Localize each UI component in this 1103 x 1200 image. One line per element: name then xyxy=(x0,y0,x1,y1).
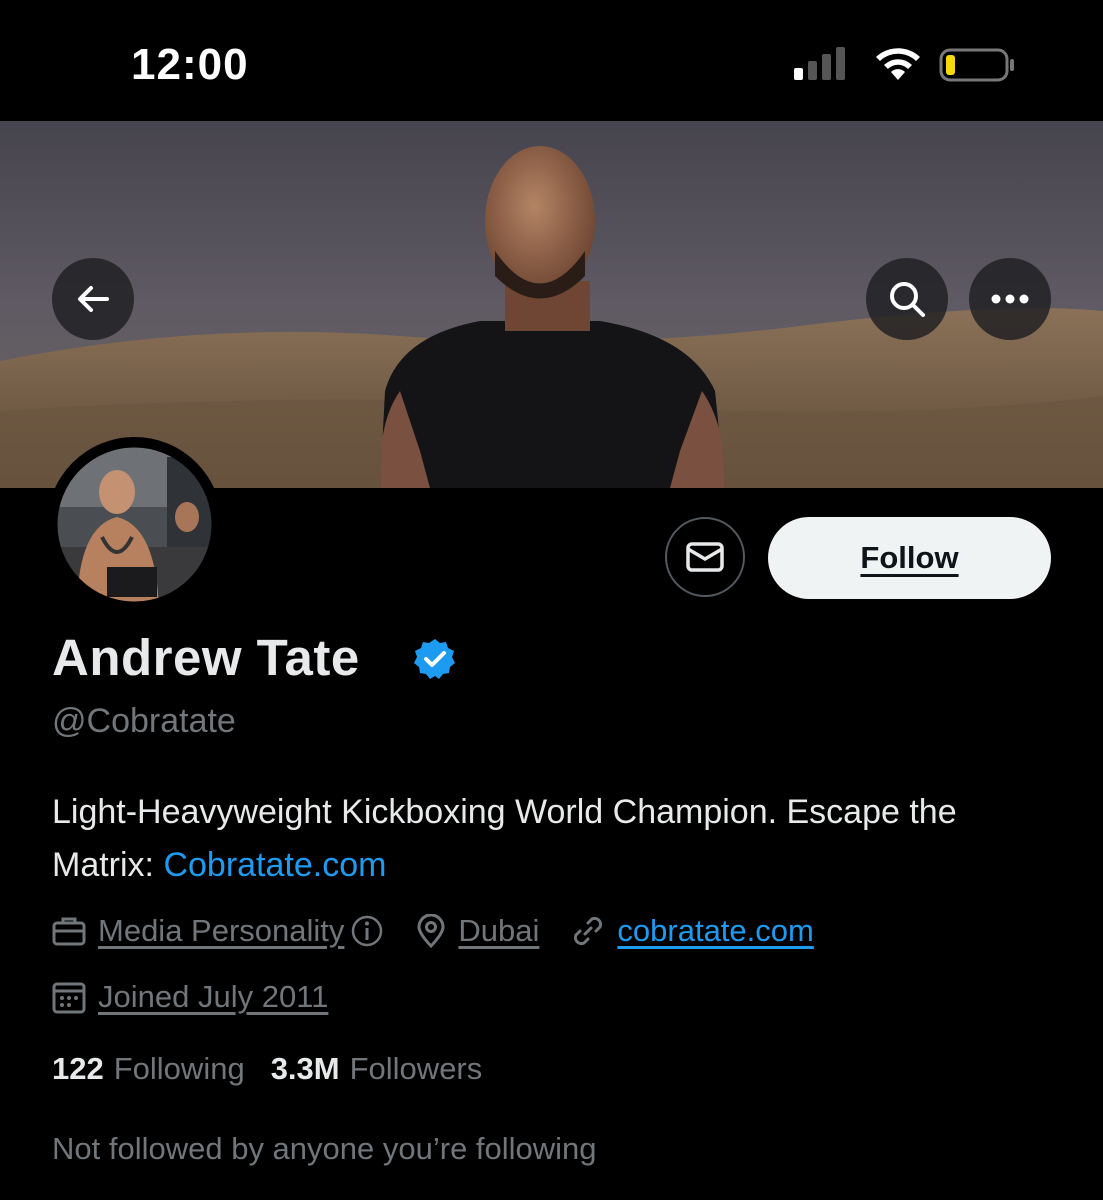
display-name: Andrew Tate xyxy=(52,629,360,686)
bio: Light-Heavyweight Kickboxing World Champ… xyxy=(52,786,1052,892)
follow-button[interactable]: Follow xyxy=(768,517,1051,599)
back-button[interactable] xyxy=(52,258,134,340)
website-item[interactable]: cobratate.com xyxy=(571,913,814,949)
verified-badge-icon[interactable] xyxy=(413,637,457,681)
location-item: Dubai xyxy=(416,913,539,949)
followers-count: 3.3M xyxy=(270,1051,340,1086)
location-label: Dubai xyxy=(458,913,540,948)
info-icon[interactable] xyxy=(350,914,384,948)
followed-by-text: Not followed by anyone you’re following xyxy=(52,1131,597,1166)
status-time: 12:00 xyxy=(131,40,249,89)
search-button[interactable] xyxy=(866,258,948,340)
handle: @Cobratate xyxy=(52,702,236,740)
following-count: 122 xyxy=(52,1051,104,1086)
cellular-signal-icon xyxy=(794,47,845,80)
profile-meta-row: Media Personality Dubai cobratate.com xyxy=(52,911,846,951)
status-icons xyxy=(790,44,1020,86)
joined-row: Joined July 2011 xyxy=(52,977,360,1017)
bio-link[interactable]: Cobratate.com xyxy=(163,846,386,884)
following-label: Following xyxy=(113,1051,245,1086)
briefcase-icon xyxy=(52,917,86,946)
back-arrow-icon xyxy=(78,286,109,312)
search-icon xyxy=(890,282,925,317)
status-bar: 12:00 xyxy=(0,0,1103,121)
following-count-link[interactable]: 122 Following xyxy=(52,1051,245,1087)
joined-item: Joined July 2011 xyxy=(52,979,328,1015)
avatar[interactable] xyxy=(47,437,222,612)
wifi-icon xyxy=(876,48,920,80)
followers-count-link[interactable]: 3.3M Followers xyxy=(271,1051,483,1087)
location-pin-icon xyxy=(417,914,445,948)
link-icon xyxy=(574,916,603,946)
more-options-button[interactable] xyxy=(969,258,1051,340)
follow-counts: 122 Following 3.3M Followers xyxy=(52,1051,508,1087)
more-icon xyxy=(991,294,1029,304)
message-icon xyxy=(686,542,724,572)
calendar-icon xyxy=(52,982,86,1014)
category-item[interactable]: Media Personality xyxy=(52,913,384,949)
followers-label: Followers xyxy=(349,1051,483,1086)
category-label[interactable]: Media Personality xyxy=(98,913,344,949)
joined-date: Joined July 2011 xyxy=(98,979,329,1014)
avatar-image xyxy=(51,441,218,608)
website-link[interactable]: cobratate.com xyxy=(617,913,813,949)
battery-icon xyxy=(939,48,1014,82)
message-button[interactable] xyxy=(665,517,745,597)
